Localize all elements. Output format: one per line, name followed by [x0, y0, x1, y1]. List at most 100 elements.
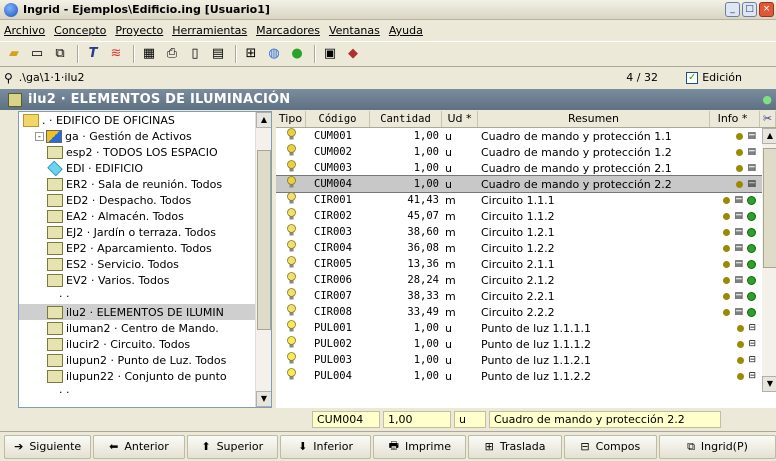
close-button[interactable]: ×	[759, 2, 774, 17]
document-icon[interactable]: ▤	[734, 195, 743, 205]
col-ud[interactable]: Ud *	[442, 111, 478, 127]
grid-scrollbar[interactable]: ▲ ▼	[762, 128, 776, 392]
col-info[interactable]: Info *	[710, 111, 760, 127]
tree-item[interactable]: ilupun22 · Conjunto de punto	[19, 368, 271, 384]
document-icon[interactable]: ▤	[734, 211, 743, 221]
scroll-down-button[interactable]: ▼	[762, 376, 776, 392]
col-resumen[interactable]: Resumen	[478, 111, 710, 127]
tree-item[interactable]: esp2 · TODOS LOS ESPACIO	[19, 144, 271, 160]
tree-expander-icon[interactable]: -	[35, 131, 44, 141]
scroll-thumb[interactable]	[763, 148, 776, 268]
tree-item[interactable]: · ·	[19, 384, 271, 400]
binoculars-icon[interactable]: ⚲	[4, 71, 13, 85]
tree-item[interactable]: EDI · EDIFICIO	[19, 160, 271, 176]
tree-item[interactable]: EV2 · Varios. Todos	[19, 272, 271, 288]
tree-item[interactable]: EP2 · Aparcamiento. Todos	[19, 240, 271, 256]
document-icon[interactable]: ▤	[734, 227, 743, 237]
table-row[interactable]: CIR007 38,33 m Circuito 2.2.1 ▤	[276, 288, 776, 304]
tree-item[interactable]: ED2 · Despacho. Todos	[19, 192, 271, 208]
document-icon[interactable]: ▤	[747, 147, 756, 157]
window-icon[interactable]: ▣	[320, 44, 340, 64]
col-codigo[interactable]: Código	[306, 111, 370, 127]
edit-toggle[interactable]: ✓ Edición	[686, 71, 742, 84]
document-icon[interactable]: ▤	[747, 131, 756, 141]
ingrid-p-button[interactable]: ⧉ Ingrid(P)	[658, 434, 776, 459]
table-row[interactable]: CIR006 28,24 m Circuito 2.1.2 ▤	[276, 272, 776, 288]
document-icon[interactable]: ▤	[747, 179, 756, 189]
open-folder-icon[interactable]: ▰	[4, 44, 24, 64]
document-icon[interactable]: ▤	[747, 163, 756, 173]
menu-concepto[interactable]: Concepto	[54, 24, 106, 37]
tree-item[interactable]: ES2 · Servicio. Todos	[19, 256, 271, 272]
book-icon[interactable]: ◆	[343, 44, 363, 64]
calculator-icon[interactable]: ▦	[139, 44, 159, 64]
concept-grid[interactable]: Tipo Código Cantidad Ud * Resumen Info *…	[276, 111, 776, 408]
menu-ventanas[interactable]: Ventanas	[329, 24, 380, 37]
menu-marcadores[interactable]: Marcadores	[256, 24, 320, 37]
document-icon[interactable]: ▯	[185, 44, 205, 64]
table-row[interactable]: PUL002 1,00 u Punto de luz 1.1.1.2 ⊟	[276, 336, 776, 352]
tree-scrollbar[interactable]: ▲ ▼	[255, 112, 271, 407]
copy-icon[interactable]: ⧉	[50, 44, 70, 64]
col-cantidad[interactable]: Cantidad	[370, 111, 442, 127]
tree-item[interactable]: ER2 · Sala de reunión. Todos	[19, 176, 271, 192]
table-row[interactable]: CIR003 38,60 m Circuito 1.2.1 ▤	[276, 224, 776, 240]
menu-ayuda[interactable]: Ayuda	[389, 24, 423, 37]
hierarchy-icon[interactable]: ⊟	[748, 323, 756, 333]
inferior-button[interactable]: ⬇ Inferior	[279, 434, 372, 459]
network-icon[interactable]: ⊞	[241, 44, 261, 64]
document-icon[interactable]: ▤	[734, 291, 743, 301]
compos-button[interactable]: ⊟ Compos	[563, 434, 657, 459]
table-row[interactable]: CIR002 45,07 m Circuito 1.1.2 ▤	[276, 208, 776, 224]
menu-archivo[interactable]: Archivo	[4, 24, 45, 37]
new-document-icon[interactable]: ▭	[27, 44, 47, 64]
tree-item[interactable]: ilucir2 · Circuito. Todos	[19, 336, 271, 352]
table-row[interactable]: CIR001 41,43 m Circuito 1.1.1 ▤	[276, 192, 776, 208]
table-row[interactable]: PUL004 1,00 u Punto de luz 1.1.2.2 ⊟	[276, 368, 776, 384]
document-icon[interactable]: ▤	[734, 307, 743, 317]
table-row[interactable]: PUL003 1,00 u Punto de luz 1.1.2.1 ⊟	[276, 352, 776, 368]
hierarchy-icon[interactable]: ⊟	[748, 339, 756, 349]
document-icon[interactable]: ▤	[734, 259, 743, 269]
edit-unit-field[interactable]: u	[454, 410, 486, 428]
document-icon[interactable]: ▤	[734, 243, 743, 253]
table-row[interactable]: CUM001 1,00 u Cuadro de mando y protección …	[276, 128, 776, 144]
menu-proyecto[interactable]: Proyecto	[115, 24, 163, 37]
imprime-button[interactable]: 🖶 Imprime	[373, 434, 467, 459]
table-row[interactable]: CIR005 13,36 m Circuito 2.1.1 ▤	[276, 256, 776, 272]
table-row[interactable]: CIR004 36,08 m Circuito 1.2.2 ▤	[276, 240, 776, 256]
table-row[interactable]: CIR008 33,49 m Circuito 2.2.2 ▤	[276, 304, 776, 320]
superior-button[interactable]: ⬆ Superior	[186, 434, 278, 459]
scroll-thumb[interactable]	[257, 150, 271, 330]
concept-tree[interactable]: . · EDIFICO DE OFICINAS - ga · Gestión de …	[18, 111, 272, 408]
minimize-button[interactable]: _	[725, 2, 740, 17]
siguiente-button[interactable]: ➔ Siguiente	[4, 434, 92, 459]
table-row[interactable]: CUM002 1,00 u Cuadro de mando y protección …	[276, 144, 776, 160]
tree-item[interactable]: · ·	[19, 288, 271, 304]
scroll-up-button[interactable]: ▲	[256, 112, 271, 128]
table-row[interactable]: PUL001 1,00 u Punto de luz 1.1.1.1 ⊟	[276, 320, 776, 336]
green-globe-icon[interactable]: ●	[287, 44, 307, 64]
menu-herramientas[interactable]: Herramientas	[172, 24, 247, 37]
table-row[interactable]: CUM003 1,00 u Cuadro de mando y protección …	[276, 160, 776, 176]
traslada-button[interactable]: ⊞ Traslada	[468, 434, 562, 459]
table-row[interactable]: CUM004 1,00 u Cuadro de mando y protección …	[276, 175, 776, 193]
anterior-button[interactable]: ⬅ Anterior	[93, 434, 185, 459]
document-icon[interactable]: ▤	[734, 275, 743, 285]
edit-summary-field[interactable]: Cuadro de mando y protección 2.2	[489, 410, 721, 428]
hierarchy-icon[interactable]: ⊟	[748, 371, 756, 381]
rainbow-icon[interactable]: ≋	[106, 44, 126, 64]
maximize-button[interactable]: □	[742, 2, 757, 17]
tree-item[interactable]: ilu2 · ELEMENTOS DE ILUMIN	[19, 304, 271, 320]
edit-qty-field[interactable]: 1,00	[383, 410, 451, 428]
col-tipo[interactable]: Tipo	[276, 111, 306, 127]
globe-icon[interactable]: ◍	[264, 44, 284, 64]
edit-code-field[interactable]: CUM004	[312, 410, 380, 428]
tree-item[interactable]: EA2 · Almacén. Todos	[19, 208, 271, 224]
formula-icon[interactable]: T	[83, 44, 103, 64]
print-icon[interactable]: ⎙	[162, 44, 182, 64]
edit-checkbox[interactable]: ✓	[686, 71, 699, 84]
tree-item[interactable]: - ga · Gestión de Activos	[19, 128, 271, 144]
scroll-down-button[interactable]: ▼	[256, 391, 271, 407]
page-icon[interactable]: ▤	[208, 44, 228, 64]
